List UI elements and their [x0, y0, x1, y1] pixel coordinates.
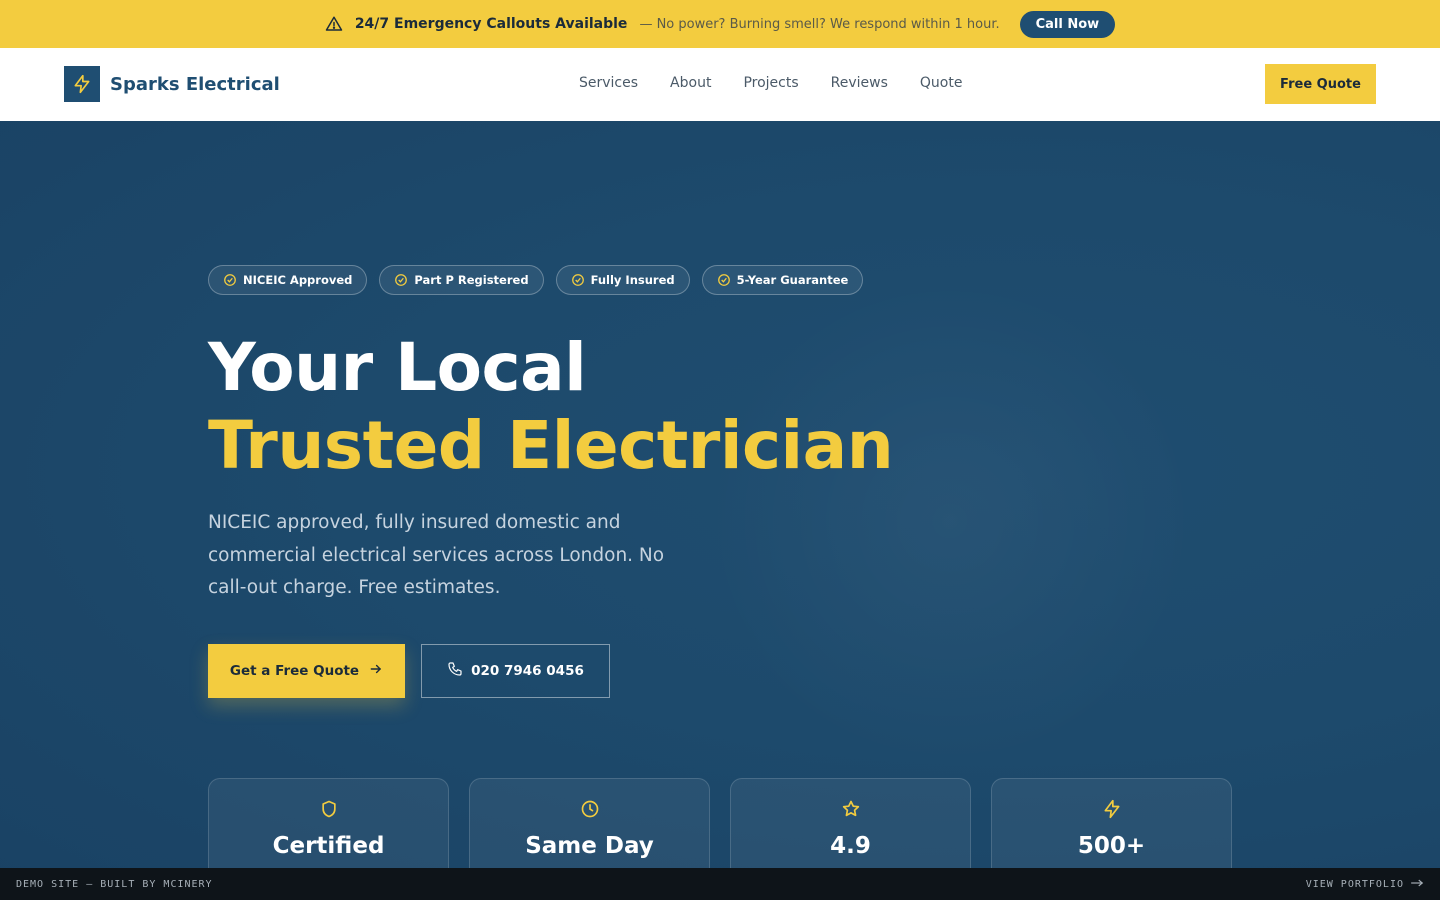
badge-label: 5-Year Guarantee	[736, 273, 849, 287]
hero-subtext: NICEIC approved, fully insured domestic …	[208, 512, 665, 598]
lightning-bolt-icon	[1102, 799, 1122, 819]
lightning-bolt-icon	[64, 66, 100, 102]
badge-part-p: Part P Registered	[379, 265, 544, 295]
get-free-quote-button[interactable]: Get a Free Quote	[208, 644, 405, 698]
check-circle-icon	[223, 273, 237, 287]
nav-item-services[interactable]: Services	[579, 75, 638, 91]
badge-niceic: NICEIC Approved	[208, 265, 368, 295]
headline-line-1: Your Local	[208, 329, 587, 406]
badge-label: Part P Registered	[414, 273, 529, 287]
view-portfolio-label: VIEW PORTFOLIO	[1305, 878, 1404, 890]
nav-item-reviews[interactable]: Reviews	[831, 75, 888, 91]
hero-section: NICEIC Approved Part P Registered Fully …	[0, 121, 1440, 900]
star-icon	[841, 799, 861, 819]
badge-guarantee: 5-Year Guarantee	[701, 265, 864, 295]
shield-icon	[319, 799, 339, 819]
badge-label: NICEIC Approved	[243, 273, 353, 287]
button-label: Get a Free Quote	[229, 663, 360, 679]
stat-value: 4.9	[830, 833, 871, 859]
check-circle-icon	[571, 273, 585, 287]
logo[interactable]: Sparks Electrical	[64, 66, 280, 102]
nav-item-about[interactable]: About	[670, 75, 711, 91]
phone-number: 020 7946 0456	[471, 663, 584, 679]
check-circle-icon	[717, 273, 731, 287]
demo-strip: DEMO SITE — BUILT BY MCINERY VIEW PORTFO…	[0, 868, 1440, 900]
hero-headline: Your Local Trusted Electrician	[208, 329, 894, 485]
badge-label: Fully Insured	[590, 273, 675, 287]
stat-value: Certified	[272, 833, 385, 859]
phone-call-button[interactable]: 020 7946 0456	[421, 644, 610, 698]
emergency-message: — No power? Burning smell? We respond wi…	[639, 16, 1000, 32]
main-nav: Services About Projects Reviews Quote	[579, 75, 962, 91]
call-now-button[interactable]: Call Now	[1019, 10, 1116, 38]
emergency-headline: 24/7 Emergency Callouts Available	[354, 16, 628, 32]
phone-icon	[447, 661, 463, 681]
demo-credit: DEMO SITE — BUILT BY MCINERY	[16, 878, 213, 890]
brand-name: Sparks Electrical	[110, 73, 280, 95]
arrow-right-icon	[369, 662, 383, 680]
headline-line-2: Trusted Electrician	[208, 407, 894, 484]
nav-item-quote[interactable]: Quote	[920, 75, 963, 91]
stat-value: 500+	[1077, 833, 1146, 859]
trust-badges: NICEIC Approved Part P Registered Fully …	[208, 265, 864, 295]
site-header: Sparks Electrical Services About Project…	[0, 48, 1440, 121]
free-quote-button[interactable]: Free Quote	[1265, 64, 1376, 104]
arrow-right-icon	[1410, 878, 1424, 891]
badge-insured: Fully Insured	[555, 265, 690, 295]
view-portfolio-link[interactable]: VIEW PORTFOLIO	[1306, 878, 1424, 891]
emergency-banner: 24/7 Emergency Callouts Available — No p…	[0, 0, 1440, 48]
clock-icon	[580, 799, 600, 819]
warning-triangle-icon	[325, 15, 343, 33]
nav-item-projects[interactable]: Projects	[743, 75, 798, 91]
stat-value: Same Day	[525, 833, 654, 859]
check-circle-icon	[394, 273, 408, 287]
